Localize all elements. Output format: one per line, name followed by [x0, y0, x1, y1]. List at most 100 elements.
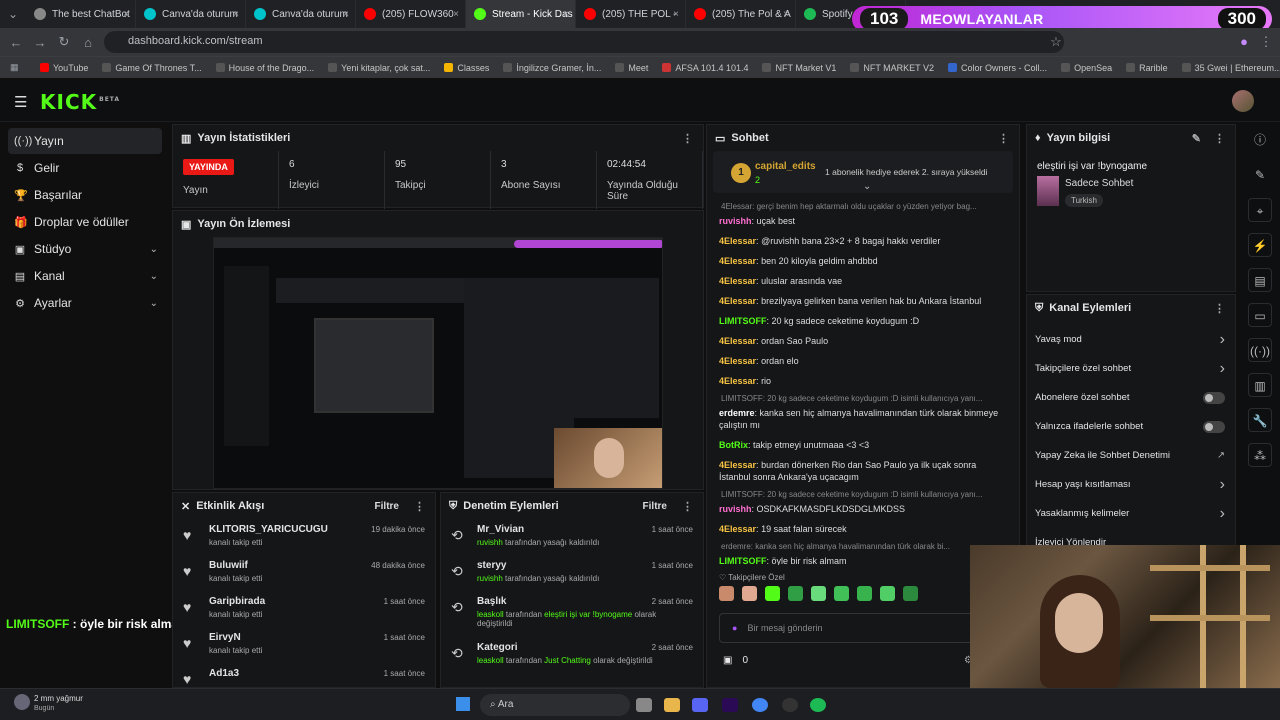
profile-icon[interactable]: ● — [1232, 34, 1256, 49]
bookmark-item[interactable]: Rarible — [1126, 63, 1168, 73]
emote-icon[interactable] — [788, 586, 803, 601]
chat-username[interactable]: LIMITSOFF — [719, 316, 767, 326]
bookmark-item[interactable]: Color Owners - Coll... — [948, 63, 1047, 73]
activity-username[interactable]: Ad1a3 — [209, 668, 239, 679]
sidebar-item-5[interactable]: ▣ Stüdyo ⌄ — [8, 236, 162, 262]
more-icon[interactable]: ⋮ — [682, 500, 693, 513]
pinned-username[interactable]: capital_edits — [755, 161, 816, 172]
activity-username[interactable]: Buluwiif — [209, 560, 262, 571]
sidebar-item-6[interactable]: ▤ Kanal ⌄ — [8, 263, 162, 289]
start-icon[interactable] — [456, 697, 470, 711]
url-field[interactable]: dashboard.kick.com/stream — [104, 31, 1064, 53]
taskview-icon[interactable] — [636, 698, 652, 712]
more-icon[interactable]: ⋮ — [414, 500, 425, 513]
category-name[interactable]: Sadece Sohbet — [1065, 178, 1133, 189]
emote-icon[interactable] — [857, 586, 872, 601]
hamburger-menu-icon[interactable]: ☰ — [14, 93, 27, 111]
emote-icon[interactable] — [834, 586, 849, 601]
spotify-icon[interactable] — [810, 698, 826, 712]
wrench-icon[interactable]: 🔧 — [1248, 408, 1272, 432]
moderation-target[interactable]: Mr_Vivian — [477, 524, 667, 535]
sidebar-item-2[interactable]: $ Gelir — [8, 155, 162, 181]
chat-username[interactable]: 4Elessar — [719, 376, 756, 386]
weather-text[interactable]: 2 mm yağmur — [34, 694, 83, 703]
layers-icon[interactable]: ▥ — [1248, 373, 1272, 397]
activity-username[interactable]: EirvyN — [209, 632, 262, 643]
chat-icon[interactable]: ▭ — [1248, 303, 1272, 327]
reload-icon[interactable]: ↻ — [52, 34, 76, 50]
activity-filter-button[interactable]: Filtre — [375, 501, 399, 512]
browser-tab[interactable]: (205) THE POL - × — [576, 0, 686, 28]
browser-tab[interactable]: Canva'da oturum × — [246, 0, 356, 28]
close-tab-icon[interactable]: × — [233, 9, 239, 20]
close-tab-icon[interactable]: × — [343, 9, 349, 20]
bookmark-item[interactable]: Classes — [444, 63, 489, 73]
stream-preview-video[interactable] — [213, 237, 663, 489]
sidebar-item-7[interactable]: ⚙ Ayarlar ⌄ — [8, 290, 162, 316]
browser-tab[interactable]: Stream - Kick Das × — [466, 0, 576, 28]
browser-tab[interactable]: Canva'da oturum × — [136, 0, 246, 28]
bookmark-item[interactable]: 35 Gwei | Ethereum... — [1181, 63, 1280, 73]
more-icon[interactable]: ⋮ — [1214, 132, 1225, 145]
bookmark-item[interactable]: YouTube — [40, 63, 88, 73]
channel-action-row[interactable]: Yavaş mod › — [1027, 325, 1235, 354]
bookmark-item[interactable]: Meet — [615, 63, 648, 73]
bookmark-item[interactable]: OpenSea — [1061, 63, 1112, 73]
gift-icon[interactable]: ▣ — [723, 655, 732, 666]
bolt-icon[interactable]: ⚡ — [1248, 233, 1272, 257]
menu-icon[interactable]: ⋮ — [1254, 34, 1278, 50]
bookmark-item[interactable]: NFT MARKET V2 — [850, 63, 934, 73]
chat-username[interactable]: 4Elessar — [719, 356, 756, 366]
tab-search-icon[interactable]: ⌄ — [0, 7, 26, 21]
chat-username[interactable]: BotRix — [719, 440, 748, 450]
more-icon[interactable]: ⋮ — [1214, 302, 1225, 315]
tag-chip[interactable]: Turkish — [1065, 194, 1103, 207]
browser-tab[interactable]: (205) The Pol & A × — [686, 0, 796, 28]
chat-username[interactable]: LIMITSOFF — [719, 556, 767, 565]
chrome-icon[interactable] — [752, 698, 768, 712]
bookmark-star-icon[interactable]: ☆ — [1044, 34, 1068, 50]
browser-tab[interactable]: The best ChatBot × — [26, 0, 136, 28]
channel-action-row[interactable]: Takipçilere özel sohbet › — [1027, 354, 1235, 383]
emote-icon[interactable] — [765, 586, 780, 601]
edit-icon[interactable]: ✎ — [1192, 132, 1201, 145]
info-icon[interactable]: ⓘ — [1248, 128, 1272, 152]
chevron-down-icon[interactable]: ⌄ — [150, 244, 158, 255]
bookmark-item[interactable]: Yeni kitaplar, çok sat... — [328, 63, 430, 73]
channel-action-row[interactable]: Hesap yaşı kısıtlaması › — [1027, 470, 1235, 499]
chevron-right-icon[interactable]: › — [1220, 476, 1225, 494]
bookmark-item[interactable]: House of the Drago... — [215, 63, 314, 73]
chat-username[interactable]: 4Elessar — [719, 276, 756, 286]
channel-action-row[interactable]: Yasaklanmış kelimeler › — [1027, 499, 1235, 528]
emote-picker-icon[interactable]: ● — [732, 623, 737, 633]
chevron-right-icon[interactable]: › — [1220, 360, 1225, 378]
chat-username[interactable]: 4Elessar — [719, 460, 756, 470]
chat-username[interactable]: 4Elessar — [719, 236, 756, 246]
back-icon[interactable]: ← — [4, 35, 28, 50]
expand-icon[interactable]: ⌄ — [863, 181, 871, 192]
external-link-icon[interactable]: ↗ — [1217, 450, 1225, 461]
close-tab-icon[interactable]: × — [453, 9, 459, 20]
emote-icon[interactable] — [880, 586, 895, 601]
emote-icon[interactable] — [903, 586, 918, 601]
browser-tab[interactable]: (205) FLOW360 × — [356, 0, 466, 28]
moderation-target[interactable]: steryy — [477, 560, 667, 571]
chat-username[interactable]: 4Elessar — [719, 336, 756, 346]
toggle-switch[interactable] — [1203, 391, 1225, 404]
chevron-down-icon[interactable]: ⌄ — [150, 271, 158, 282]
sidebar-item-3[interactable]: 🏆 Başarılar — [8, 182, 162, 208]
forward-icon[interactable]: → — [28, 35, 52, 50]
chevron-right-icon[interactable]: › — [1220, 505, 1225, 523]
chat-reply-preview[interactable]: LIMITSOFF: 20 kg sadece ceketime koydugu… — [707, 391, 1019, 403]
close-tab-icon[interactable]: × — [123, 9, 129, 20]
chat-username[interactable]: ruvishh — [719, 504, 752, 514]
home-icon[interactable]: ⌂ — [76, 35, 100, 50]
group-icon[interactable]: ⁂ — [1248, 443, 1272, 467]
chat-username[interactable]: ruvishh — [719, 216, 752, 226]
chat-username[interactable]: 4Elessar — [719, 256, 756, 266]
chat-reply-preview[interactable]: 4Elessar: gerçi benim hep aktarmalı oldu… — [707, 199, 1019, 211]
user-avatar[interactable] — [1232, 90, 1254, 112]
close-tab-icon[interactable]: × — [673, 9, 679, 20]
chevron-down-icon[interactable]: ⌄ — [150, 298, 158, 309]
chat-input[interactable]: ● Bir mesaj gönderin — [719, 613, 1011, 643]
